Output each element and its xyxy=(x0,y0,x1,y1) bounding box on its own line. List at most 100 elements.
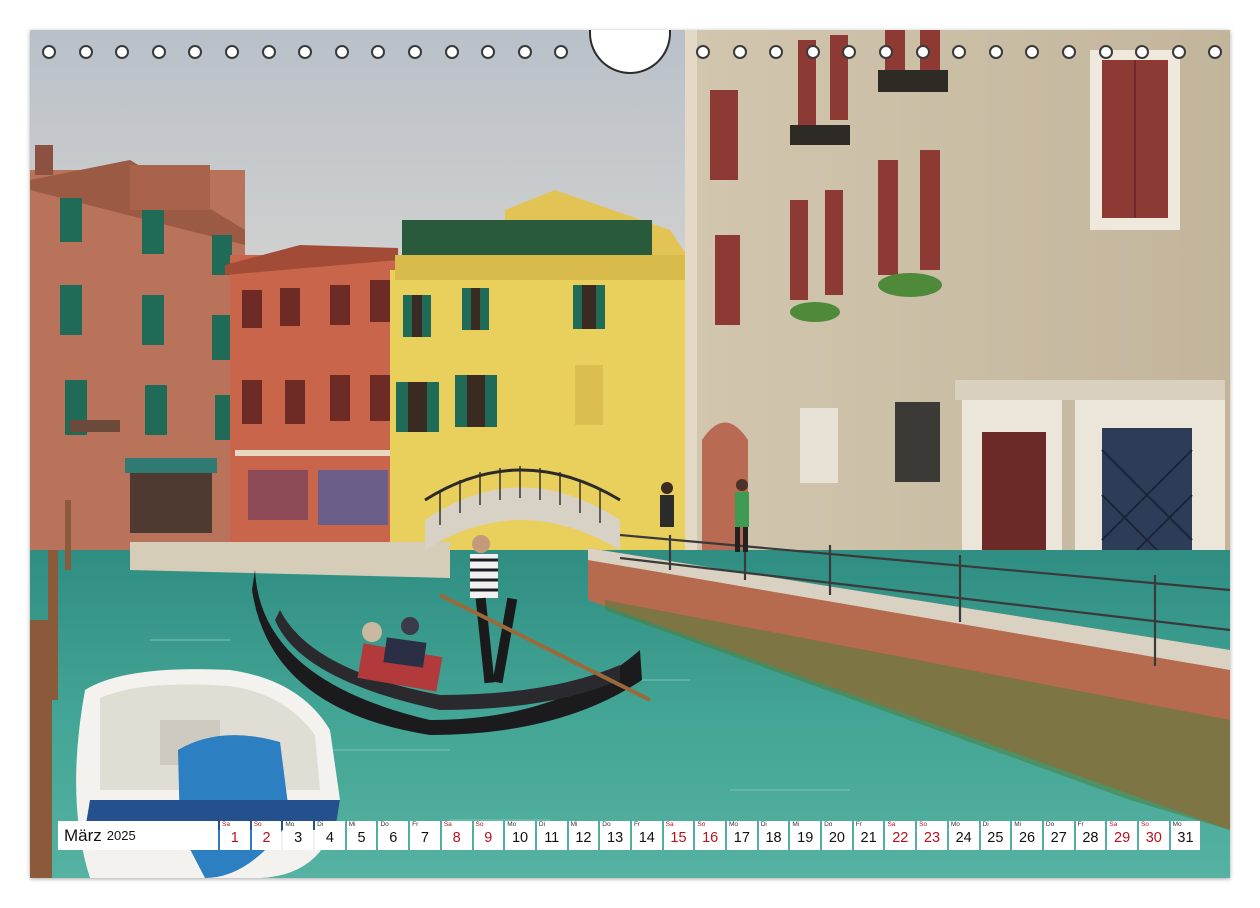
binding-hole xyxy=(371,45,386,59)
day-number: 23 xyxy=(923,830,941,846)
day-number: 19 xyxy=(797,830,814,846)
day-number: 27 xyxy=(1050,830,1067,846)
day-number: 26 xyxy=(1018,830,1036,846)
binding-hole xyxy=(805,45,820,59)
venice-canal-photo xyxy=(30,30,1230,878)
weekday-label: Do xyxy=(824,821,833,828)
day-cell: Do 6 xyxy=(378,821,409,850)
day-cell: Do 20 xyxy=(822,821,852,850)
binding-hole xyxy=(842,45,857,59)
weekday-label: Sa xyxy=(665,821,674,828)
day-cell: Fr 14 xyxy=(631,821,662,850)
day-cell: Mi 26 xyxy=(1012,821,1042,850)
binding-hole xyxy=(188,45,203,59)
binding-hole xyxy=(115,45,130,59)
day-number: 17 xyxy=(733,830,750,846)
left-brick-building xyxy=(30,145,245,560)
day-number: 30 xyxy=(1145,830,1162,846)
day-number: 7 xyxy=(420,830,429,846)
binding-hole xyxy=(261,45,276,59)
day-number: 28 xyxy=(1082,830,1099,846)
day-number: 6 xyxy=(389,830,398,846)
day-cell: Fr 28 xyxy=(1075,821,1106,850)
binding-hole xyxy=(1135,45,1150,59)
day-cell: Fr 7 xyxy=(410,821,440,850)
weekday-label: So xyxy=(253,821,262,828)
weekday-label: Mo xyxy=(285,821,295,828)
month-name: März xyxy=(64,825,102,845)
month-label-box: März 2025 xyxy=(58,821,218,850)
binding-hole xyxy=(1208,45,1223,59)
binding-hole xyxy=(42,45,56,59)
binding-hole xyxy=(225,45,239,59)
weekday-label: Fr xyxy=(855,821,862,828)
day-cell: Di 4 xyxy=(315,821,345,850)
day-cell: Sa 15 xyxy=(663,821,694,850)
day-number: 29 xyxy=(1114,830,1131,846)
weekday-label: Sa xyxy=(443,821,452,828)
binding-hole xyxy=(408,45,422,59)
day-number: 3 xyxy=(294,830,303,846)
weekday-label: Sa xyxy=(1109,821,1118,828)
weekday-label: So xyxy=(919,821,928,828)
weekday-label: Di xyxy=(317,821,324,828)
weekday-label: So xyxy=(697,821,706,828)
binding-hole xyxy=(334,45,349,59)
binding-hole xyxy=(78,45,93,59)
day-number: 22 xyxy=(892,830,909,846)
binding-hole xyxy=(1025,45,1040,59)
binding-hole xyxy=(732,45,747,59)
day-cell: Sa 8 xyxy=(441,821,472,850)
day-number: 10 xyxy=(511,830,529,846)
day-cell: Sa 1 xyxy=(220,821,250,850)
weekday-label: Fr xyxy=(412,821,419,828)
year-label: 2025 xyxy=(106,828,136,843)
day-number: 24 xyxy=(955,830,972,846)
binding-hole xyxy=(151,45,166,59)
day-number: 31 xyxy=(1177,830,1194,846)
day-cell: Mo 3 xyxy=(283,821,314,850)
weekday-label: So xyxy=(475,821,484,828)
day-number: 12 xyxy=(575,830,592,846)
palazzo-building xyxy=(685,30,1230,590)
day-number: 18 xyxy=(765,830,782,846)
day-cell: Mo 17 xyxy=(727,821,757,850)
weekday-label: Mo xyxy=(1172,821,1182,828)
binding-hole xyxy=(298,45,313,59)
weekday-label: Mi xyxy=(1014,821,1022,828)
day-cell: Di 18 xyxy=(758,821,789,850)
day-cell: Fr 21 xyxy=(853,821,884,850)
weekday-label: Di xyxy=(538,821,546,828)
weekday-label: Do xyxy=(602,821,611,828)
day-number: 25 xyxy=(987,830,1004,846)
binding-hole xyxy=(517,45,532,59)
day-number: 9 xyxy=(484,830,493,846)
day-cell: Do 13 xyxy=(600,821,630,850)
weekday-label: Mo xyxy=(950,821,960,828)
weekday-label: Do xyxy=(1045,821,1055,828)
day-number: 4 xyxy=(325,830,334,846)
day-number: 16 xyxy=(702,830,719,846)
day-number: 21 xyxy=(860,830,877,846)
binding-hole xyxy=(879,45,893,59)
day-cell: Mo 10 xyxy=(505,821,535,850)
weekday-label: Mi xyxy=(792,821,800,828)
weekday-label: Mo xyxy=(729,821,739,828)
day-cell: Di 25 xyxy=(980,821,1011,850)
day-cell: Di 11 xyxy=(536,821,567,850)
weekday-label: Mo xyxy=(507,821,517,828)
day-cells: Sa 1 So 2 Mo 3 Di 4 Mi 5 Do 6 Fr 7 Sa 8 So 9 Mo 10 Di 11 Mi 12 D… xyxy=(220,821,1202,850)
day-cell: Mi 19 xyxy=(790,821,821,850)
binding-hole xyxy=(1098,45,1113,59)
day-cell: Do 27 xyxy=(1043,821,1074,850)
binding-hole xyxy=(481,45,496,59)
weekday-label: Di xyxy=(760,821,767,828)
weekday-label: Mi xyxy=(348,821,356,828)
binding-hole xyxy=(952,45,967,59)
binding-hole xyxy=(554,45,569,59)
binding-hole xyxy=(915,45,930,59)
day-number: 2 xyxy=(262,830,271,846)
day-number: 8 xyxy=(452,830,461,846)
day-number: 11 xyxy=(544,830,560,846)
day-cell: So 9 xyxy=(473,821,504,850)
